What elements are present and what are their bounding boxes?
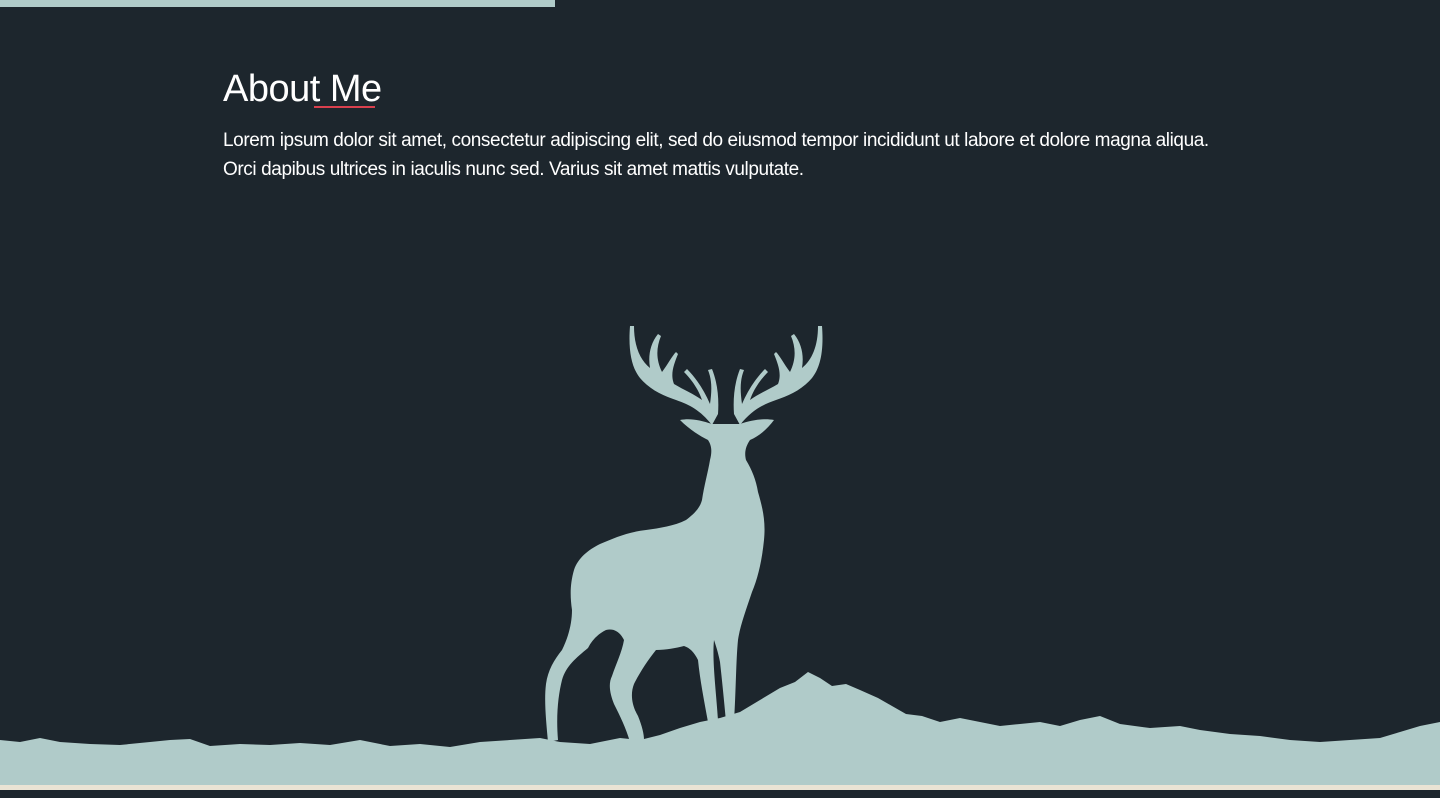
ground-landscape	[0, 672, 1440, 785]
about-title: About Me	[223, 66, 382, 112]
scroll-progress-bar	[0, 0, 555, 7]
title-underline	[314, 106, 375, 108]
about-body-text: Lorem ipsum dolor sit amet, consectetur …	[223, 130, 1209, 180]
footer-divider	[0, 785, 1440, 790]
about-title-text: About Me	[223, 68, 382, 110]
deer-silhouette-icon	[545, 326, 823, 742]
page: About Me Lorem ipsum dolor sit amet, con…	[0, 0, 1440, 798]
about-section: About Me Lorem ipsum dolor sit amet, con…	[223, 66, 1223, 184]
deer-landscape-illustration	[0, 326, 1440, 785]
